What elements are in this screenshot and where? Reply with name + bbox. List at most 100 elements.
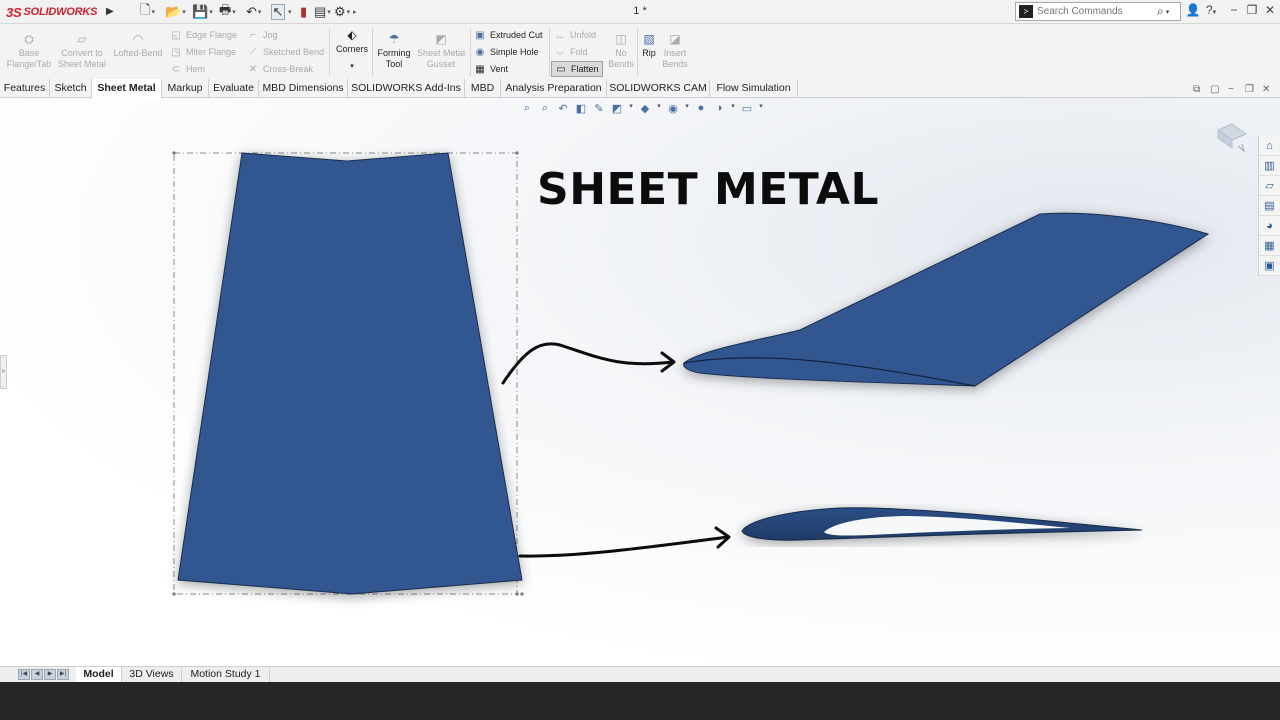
ribbon-separator — [329, 28, 330, 76]
simple-hole-button[interactable]: ◉ Simple Hole — [474, 44, 539, 60]
view-window-icon[interactable]: ▢ — [1210, 84, 1219, 95]
open-icon[interactable]: 📂 ▾ — [165, 4, 186, 20]
hem-button[interactable]: ⊂ Hem — [170, 61, 205, 77]
sheet-metal-heading: SHEET METAL — [537, 164, 879, 215]
tab-markup[interactable]: Markup — [162, 79, 209, 98]
design-library-icon[interactable]: ▥ — [1259, 156, 1280, 176]
sketched-bend-button[interactable]: ⟋ Sketched Bend — [247, 44, 325, 60]
corners-dropdown-icon[interactable]: ▾ — [350, 61, 354, 72]
print-icon[interactable]: 🖶 ▾ — [219, 2, 236, 20]
tab-features[interactable]: Features — [0, 79, 50, 98]
last-tab-icon[interactable]: ▶| — [57, 669, 69, 680]
tab-evaluate[interactable]: Evaluate — [209, 79, 259, 98]
forming-tool-icon: ☂ — [388, 31, 400, 46]
miter-flange-label: Miter Flange — [186, 47, 237, 57]
rebuild-icon[interactable]: ▮ — [300, 4, 307, 20]
save-icon[interactable]: 💾 ▾ — [192, 4, 213, 20]
tab-solidworks-cam[interactable]: SOLIDWORKS CAM — [607, 79, 710, 98]
tab-mbd-dimensions[interactable]: MBD Dimensions — [259, 79, 348, 98]
cross-break-icon: ✕ — [248, 63, 258, 75]
edge-flange-icon: ◱ — [171, 29, 181, 41]
select-icon[interactable]: ↖ — [271, 4, 285, 20]
brand-name: SOLIDWORKS — [23, 6, 98, 18]
ribbon-separator — [372, 28, 373, 76]
tab-flow-simulation[interactable]: Flow Simulation — [710, 79, 798, 98]
flatten-button[interactable]: ▭ Flatten — [551, 61, 603, 77]
view-palette-icon[interactable]: ▤ — [1259, 196, 1280, 216]
next-tab-icon[interactable]: ▶ — [44, 669, 56, 680]
reference-triad-area — [14, 608, 80, 655]
tab-sketch[interactable]: Sketch — [50, 79, 92, 98]
flatten-label: Flatten — [571, 64, 599, 74]
simple-hole-icon: ◉ — [475, 46, 485, 58]
new-document-icon[interactable]: 🗋 ▾ — [140, 2, 155, 20]
search-commands-box[interactable]: > ⌕ ▾ — [1015, 2, 1181, 21]
forum-icon[interactable]: ▣ — [1259, 256, 1280, 276]
close-icon[interactable]: ✕ — [1262, 3, 1278, 17]
undo-icon[interactable]: ↶ ▾ — [246, 4, 261, 20]
tab-mbd[interactable]: MBD — [465, 79, 501, 98]
extruded-cut-button[interactable]: ▣ Extruded Cut — [474, 27, 542, 43]
corners-label: Corners — [335, 44, 368, 54]
folded-wing-part[interactable] — [683, 212, 1210, 387]
solidworks-logo[interactable]: 3S SOLIDWORKS — [6, 4, 97, 20]
fold-label: Fold — [570, 47, 588, 57]
tab-sheet-metal[interactable]: Sheet Metal — [92, 79, 162, 98]
tab-motion-study-1[interactable]: Motion Study 1 — [182, 667, 270, 682]
user-icon[interactable]: 👤 — [1185, 3, 1201, 17]
vent-label: Vent — [490, 64, 509, 74]
graphics-minimize-icon[interactable]: − — [1228, 84, 1234, 95]
rip-icon: ▧ — [643, 31, 655, 46]
restore-icon[interactable]: ❐ — [1244, 3, 1260, 17]
search-dropdown-icon[interactable]: ▾ — [1166, 8, 1170, 16]
tab-3d-views[interactable]: 3D Views — [122, 667, 182, 682]
help-icon[interactable]: ?▾ — [1203, 3, 1219, 17]
tab-model[interactable]: Model — [76, 667, 122, 682]
tile-view-icon[interactable]: ⧉ — [1193, 84, 1200, 95]
search-icon[interactable]: ⌕ — [1157, 4, 1164, 19]
edge-flange-button[interactable]: ◱ Edge Flange — [170, 27, 237, 43]
miter-flange-button[interactable]: ◳ Miter Flange — [170, 44, 236, 60]
sheet-metal-gusset-button[interactable]: ◩ Sheet Metal Gusset — [414, 32, 468, 70]
unfold-button[interactable]: ⌳ Unfold — [554, 27, 596, 43]
fold-button[interactable]: ⌵ Fold — [554, 44, 588, 60]
lofted-bend-icon: ◠ — [132, 31, 144, 46]
cross-break-button[interactable]: ✕ Cross-Break — [247, 61, 313, 77]
corners-icon: ⬖ — [347, 27, 357, 42]
tab-scroll-arrows: |◀ ◀ ▶ ▶| — [18, 669, 69, 680]
tab-solidworks-add-ins[interactable]: SOLIDWORKS Add-Ins — [348, 79, 465, 98]
jog-button[interactable]: ⌐ Jog — [247, 27, 277, 43]
file-properties-icon[interactable]: ▤ ▾ — [314, 4, 331, 20]
search-commands-input[interactable] — [1037, 6, 1155, 17]
appearances-icon[interactable]: ◕ — [1259, 216, 1280, 236]
graphics-close-icon[interactable]: ✕ — [1262, 84, 1270, 95]
options-gear-icon[interactable]: ⚙ ▾ — [334, 4, 350, 20]
lofted-bend-button[interactable]: ◠ Lofted-Bend — [112, 32, 164, 59]
select-dropdown-icon[interactable]: ▾ — [287, 4, 292, 20]
rip-button[interactable]: ▧ Rip — [639, 32, 659, 59]
minimize-icon[interactable]: − — [1226, 3, 1242, 17]
graphics-restore-icon[interactable]: ❐ — [1245, 84, 1254, 95]
feature-manager-collapse-handle[interactable]: » — [0, 355, 7, 389]
vent-button[interactable]: ▦ Vent — [474, 61, 508, 77]
menu-expand-icon[interactable]: ▶ — [106, 6, 114, 17]
tab-analysis-preparation[interactable]: Analysis Preparation — [501, 79, 607, 98]
graphics-area[interactable]: ⌕ ⌕ ↶ ◧ ✎ ◩ ▾ ◆ ▾ ◉ ▾ ● ◑ ▾ ▭ ▾ SHEET ME… — [0, 98, 1280, 666]
convert-to-sheet-metal-button[interactable]: ▱ Convert to Sheet Metal — [54, 32, 110, 70]
insert-bends-button[interactable]: ◪ Insert Bends — [660, 32, 690, 70]
forming-tool-button[interactable]: ☂ Forming Tool — [374, 32, 414, 70]
base-flange-button[interactable]: ⛭ Base Flange/Tab — [6, 32, 52, 70]
file-explorer-icon[interactable]: ▱ — [1259, 176, 1280, 196]
cross-break-label: Cross-Break — [263, 64, 314, 74]
edge-flange-label: Edge Flange — [186, 30, 238, 40]
flattened-sheet-part[interactable] — [177, 152, 523, 595]
view-cube-icon[interactable] — [1216, 123, 1248, 153]
solidworks-resources-icon[interactable]: ⌂ — [1259, 136, 1280, 156]
previous-tab-icon[interactable]: ◀ — [31, 669, 43, 680]
sketched-bend-icon: ⟋ — [249, 46, 257, 58]
corners-button[interactable]: ⬖ Corners ▾ — [334, 28, 370, 72]
customize-arrow-icon[interactable]: ▸ — [352, 4, 357, 20]
custom-properties-icon[interactable]: ▦ — [1259, 236, 1280, 256]
first-tab-icon[interactable]: |◀ — [18, 669, 30, 680]
no-bends-button[interactable]: ◫ No Bends — [606, 32, 636, 70]
